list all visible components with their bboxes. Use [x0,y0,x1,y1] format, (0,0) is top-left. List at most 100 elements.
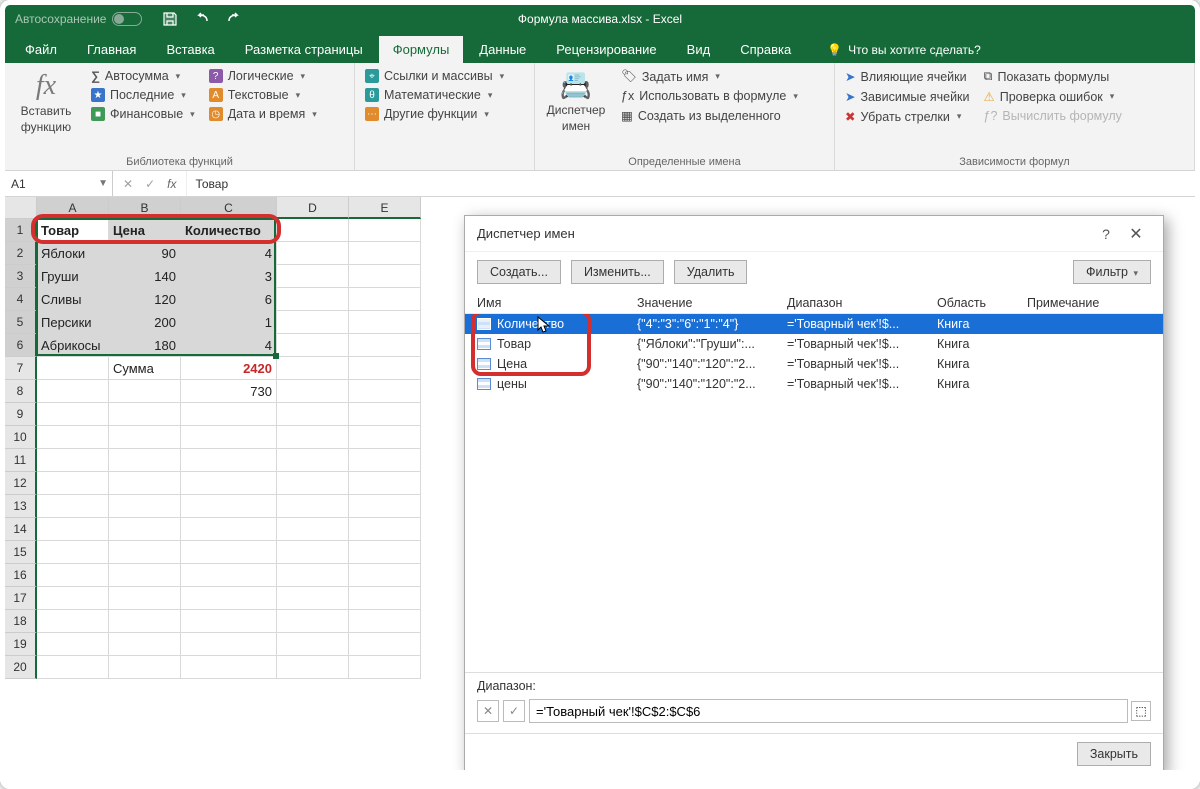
tab-help[interactable]: Справка [726,36,805,63]
evaluate-formula-button[interactable]: ƒ?Вычислить формулу [980,108,1126,124]
cell[interactable]: Сливы [37,288,109,311]
tab-home[interactable]: Главная [73,36,150,63]
row-header[interactable]: 9 [5,403,37,426]
delete-button[interactable]: Удалить [674,260,748,284]
cancel-icon[interactable]: ✕ [123,177,133,191]
cell[interactable]: 1 [181,311,277,334]
cell[interactable]: 2420 [181,357,277,380]
col-header[interactable]: A [37,197,109,219]
col-header[interactable]: B [109,197,181,219]
row-header[interactable]: 19 [5,633,37,656]
row-header[interactable]: 12 [5,472,37,495]
row-header[interactable]: 2 [5,242,37,265]
tell-me-input[interactable]: 💡 Что вы хотите сделать? [817,37,991,63]
cell[interactable]: 4 [181,242,277,265]
row-header[interactable]: 5 [5,311,37,334]
cell[interactable]: 200 [109,311,181,334]
cell[interactable]: 180 [109,334,181,357]
chevron-down-icon[interactable]: ▼ [98,178,108,189]
row-header[interactable]: 1 [5,219,37,242]
use-in-formula-button[interactable]: ƒxИспользовать в формуле▾ [617,88,802,104]
range-input[interactable]: ='Товарный чек'!$C$2:$C$6 [529,699,1128,723]
cell[interactable]: 90 [109,242,181,265]
filter-button[interactable]: Фильтр ▾ [1073,260,1151,284]
collapse-dialog-icon[interactable]: ⬚ [1131,701,1151,721]
col-note[interactable]: Примечание [1027,296,1151,310]
select-all-corner[interactable] [5,197,37,219]
list-item[interactable]: Товар {"Яблоки":"Груши":... ='Товарный ч… [465,334,1163,354]
more-fn-button[interactable]: ⋯Другие функции▾ [361,106,508,122]
cell[interactable]: Количество [181,219,277,242]
col-header[interactable]: C [181,197,277,219]
cell[interactable]: 6 [181,288,277,311]
row-header[interactable]: 11 [5,449,37,472]
names-list[interactable]: Количество {"4":"3":"6":"1":"4"} ='Товар… [465,314,1163,672]
logical-button[interactable]: ?Логические▾ [205,68,321,84]
row-header[interactable]: 4 [5,288,37,311]
tab-file[interactable]: Файл [11,36,71,63]
cell[interactable]: Яблоки [37,242,109,265]
name-manager-button[interactable]: 📇 Диспетчер имен [541,66,611,137]
cell[interactable]: Цена [109,219,181,242]
col-value[interactable]: Значение [637,296,787,310]
tab-insert[interactable]: Вставка [152,36,228,63]
accept-icon[interactable]: ✓ [145,177,155,191]
col-scope[interactable]: Область [937,296,1027,310]
cell[interactable]: Сумма [109,357,181,380]
define-name-button[interactable]: 🏷Задать имя▾ [617,68,802,85]
close-button[interactable]: Закрыть [1077,742,1151,766]
dialog-titlebar[interactable]: Диспетчер имен ? ✕ [465,216,1163,252]
error-check-button[interactable]: ⚠Проверка ошибок▾ [980,88,1126,105]
remove-arrows-button[interactable]: ✖Убрать стрелки▾ [841,108,974,125]
row-header[interactable]: 13 [5,495,37,518]
col-name[interactable]: Имя [477,296,637,310]
cell[interactable] [277,219,349,242]
row-header[interactable]: 17 [5,587,37,610]
new-button[interactable]: Создать... [477,260,561,284]
autosum-button[interactable]: ∑Автосумма▾ [87,68,199,84]
save-icon[interactable] [162,11,178,27]
fx-icon[interactable]: fx [167,177,176,191]
trace-precedents-button[interactable]: ➤Влияющие ячейки [841,68,974,85]
tab-review[interactable]: Рецензирование [542,36,670,63]
cancel-range-icon[interactable]: ✕ [477,700,499,722]
formula-input[interactable]: Товар [187,171,1195,196]
grid[interactable]: Товар Цена Количество Яблоки904 Груши140… [37,219,421,679]
lookup-button[interactable]: ⌖Ссылки и массивы▾ [361,68,508,84]
tab-data[interactable]: Данные [465,36,540,63]
undo-icon[interactable] [194,11,210,27]
row-header[interactable]: 6 [5,334,37,357]
row-header[interactable]: 10 [5,426,37,449]
name-box[interactable]: A1 ▼ [5,171,113,196]
cell[interactable]: 140 [109,265,181,288]
cell[interactable]: 3 [181,265,277,288]
col-range[interactable]: Диапазон [787,296,937,310]
autosave-toggle[interactable]: Автосохранение [15,12,142,26]
row-header[interactable]: 15 [5,541,37,564]
close-icon[interactable]: ✕ [1121,224,1151,244]
row-header[interactable]: 7 [5,357,37,380]
cell[interactable]: 730 [181,380,277,403]
edit-button[interactable]: Изменить... [571,260,664,284]
accept-range-icon[interactable]: ✓ [503,700,525,722]
financial-button[interactable]: ■Финансовые▾ [87,106,199,122]
list-item[interactable]: Цена {"90":"140":"120":"2... ='Товарный … [465,354,1163,374]
tab-view[interactable]: Вид [673,36,725,63]
help-icon[interactable]: ? [1091,226,1121,242]
cell[interactable]: 120 [109,288,181,311]
row-header[interactable]: 3 [5,265,37,288]
row-header[interactable]: 18 [5,610,37,633]
cell[interactable]: Абрикосы [37,334,109,357]
create-from-selection-button[interactable]: ▦Создать из выделенного [617,107,802,124]
insert-function-button[interactable]: fx Вставить функцию [11,66,81,138]
cell[interactable] [349,219,421,242]
cell[interactable]: Груши [37,265,109,288]
cell[interactable]: Товар [37,219,109,242]
tab-page-layout[interactable]: Разметка страницы [231,36,377,63]
trace-dependents-button[interactable]: ➤Зависимые ячейки [841,88,974,105]
row-header[interactable]: 8 [5,380,37,403]
show-formulas-button[interactable]: ⧉Показать формулы [980,68,1126,85]
tab-formulas[interactable]: Формулы [379,36,464,63]
cell[interactable]: 4 [181,334,277,357]
recent-button[interactable]: ★Последние▾ [87,87,199,103]
